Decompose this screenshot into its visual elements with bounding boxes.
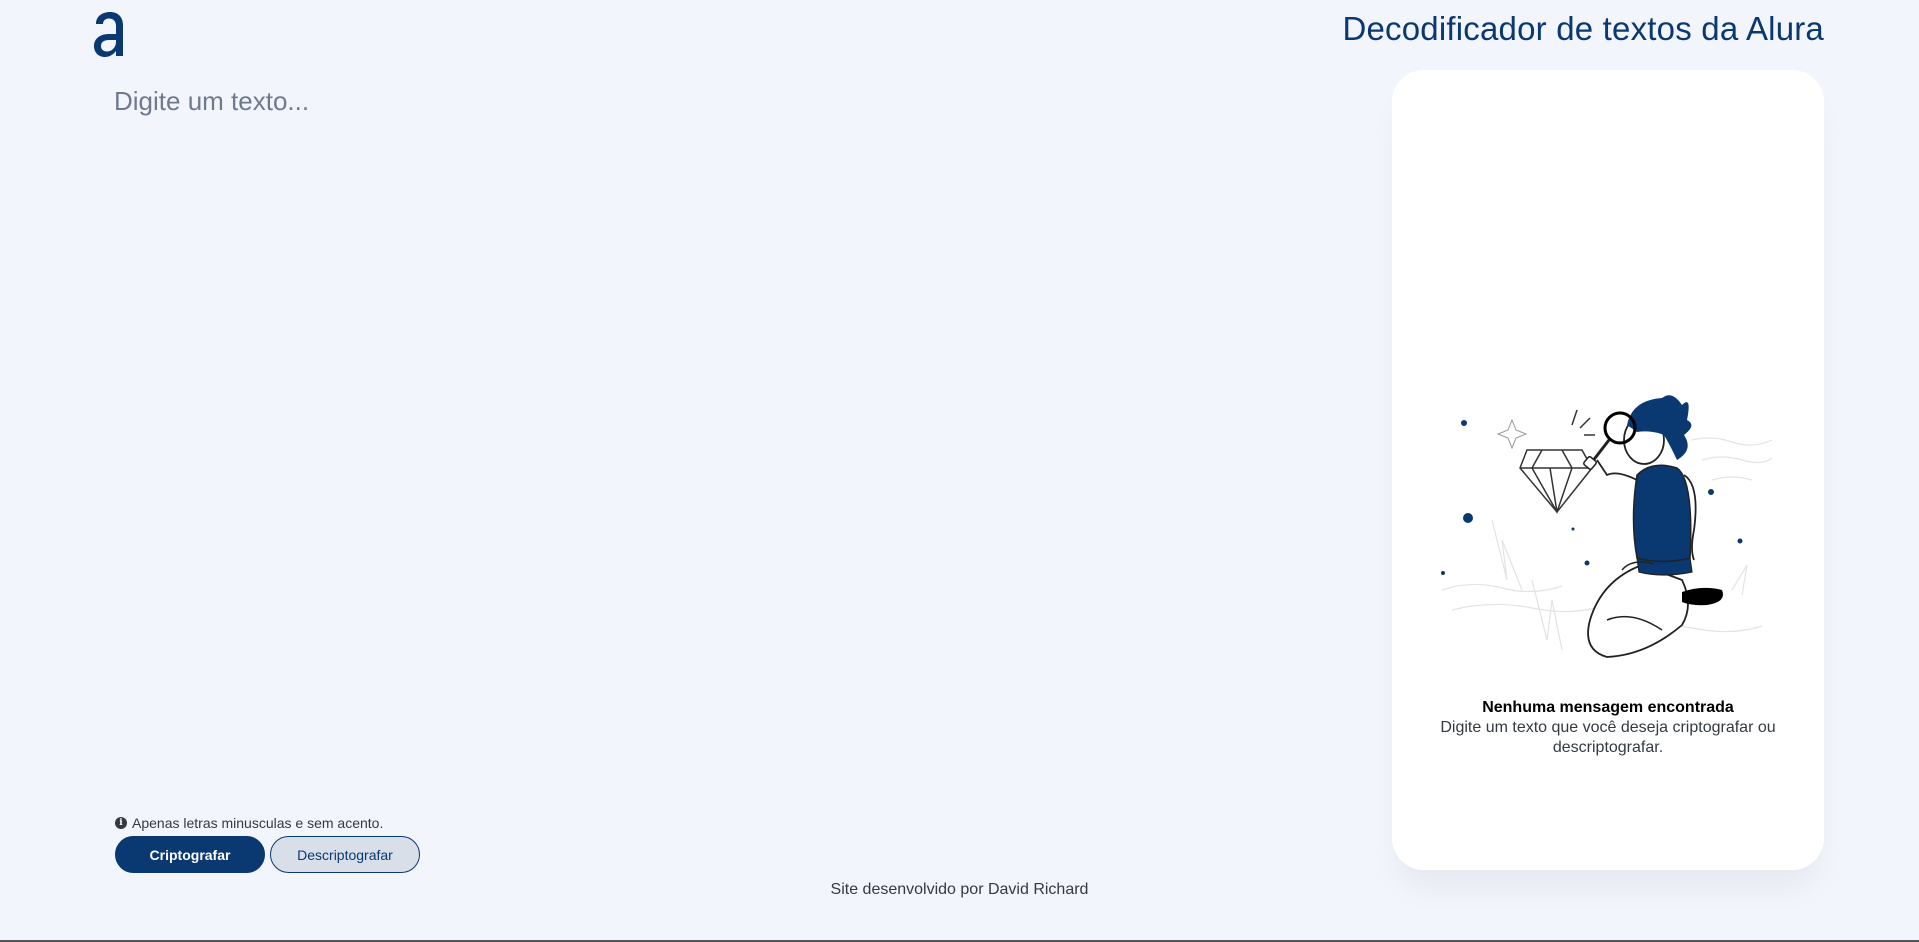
alura-logo-icon[interactable]	[92, 10, 128, 58]
encrypt-button[interactable]: Criptografar	[115, 836, 265, 873]
empty-state-message: Nenhuma mensagem encontrada Digite um te…	[1412, 698, 1804, 758]
hint: i Apenas letras minusculas e sem acento.	[115, 815, 383, 831]
text-input[interactable]	[114, 86, 1354, 786]
info-circle-icon: i	[115, 817, 127, 829]
page-title: Decodificador de textos da Alura	[1342, 10, 1824, 47]
empty-state-title: Nenhuma mensagem encontrada	[1482, 699, 1734, 716]
page: Decodificador de textos da Alura i Apena…	[0, 0, 1919, 942]
decrypt-button[interactable]: Descriptografar	[270, 836, 420, 873]
hint-text: Apenas letras minusculas e sem acento.	[132, 815, 384, 831]
output-panel: Nenhuma mensagem encontrada Digite um te…	[1392, 70, 1824, 870]
person-with-magnifier-illustration	[1441, 395, 1773, 658]
empty-state-subtitle: Digite um texto que você deseja criptogr…	[1440, 719, 1776, 756]
footer-credit: Site desenvolvido por David Richard	[830, 881, 1089, 898]
